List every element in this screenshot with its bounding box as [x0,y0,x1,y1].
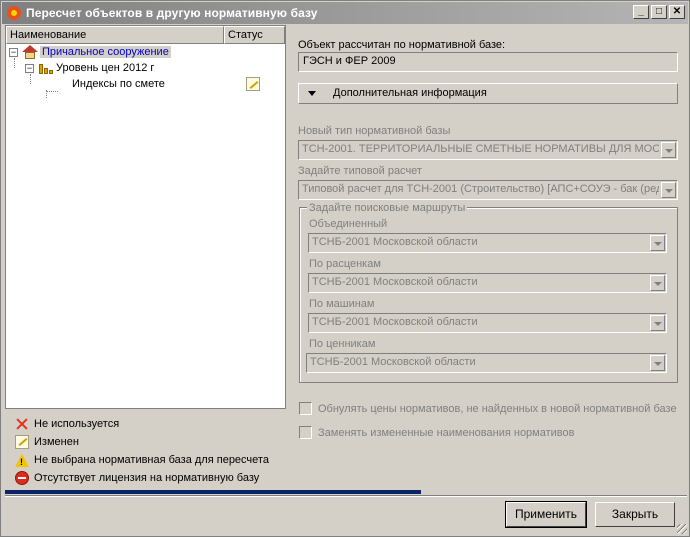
close-button[interactable]: Закрыть [595,502,675,527]
additional-info-label: Дополнительная информация [333,87,487,99]
tree-expander[interactable]: − [9,48,18,57]
tree-node-label: Причальное сооружение [40,46,171,58]
route-value: ТСНБ-2001 Московской области [312,276,478,288]
tree-line [46,91,58,92]
legend-label: Отсутствует лицензия на нормативную базу [34,472,260,484]
object-tree[interactable]: Наименование Статус − Причальное сооруже… [5,25,286,409]
column-header-status[interactable]: Статус [224,26,285,44]
route-price-lists-select[interactable]: ТСНБ-2001 Московской области [306,353,667,373]
legend-item: Не используется [15,415,269,433]
route-label: Объединенный [309,218,388,230]
legend-label: Не выбрана нормативная база для пересчет… [34,454,269,466]
legend-item: Отсутствует лицензия на нормативную базу [15,469,269,487]
calculated-base-field[interactable]: ГЭСН и ФЕР 2009 [298,52,678,72]
tree-line [30,74,31,84]
legend-item: Изменен [15,433,269,451]
dropdown-arrow-icon[interactable] [650,355,665,371]
column-header-name[interactable]: Наименование [6,26,224,44]
app-icon [6,5,22,21]
maximize-button[interactable]: □ [651,5,667,19]
route-rates-select[interactable]: ТСНБ-2001 Московской области [308,273,667,293]
legend-label: Не используется [34,418,120,430]
new-base-value: ТСН-2001. ТЕРРИТОРИАЛЬНЫЕ СМЕТНЫЕ НОРМАТ… [302,143,659,155]
tree-expander[interactable]: − [25,64,34,73]
status-legend: Не используется Изменен ! Не выбрана нор… [15,415,269,487]
legend-item: ! Не выбрана нормативная база для пересч… [15,451,269,469]
dropdown-arrow-icon[interactable] [661,142,676,158]
checkbox-box[interactable] [299,402,312,415]
minimize-button[interactable]: _ [633,5,649,19]
dropdown-arrow-icon[interactable] [650,275,665,291]
dialog-window: Пересчет объектов в другую нормативную б… [0,0,690,537]
tree-node-label: Индексы по смете [72,78,165,90]
tree-header: Наименование Статус [6,26,285,44]
edit-icon [15,435,29,449]
typical-calc-value: Типовой расчет для ТСН-2001 (Строительст… [302,183,659,195]
checkbox-label: Обнулять цены нормативов, не найденных в… [318,402,677,415]
tree-node-label: Уровень цен 2012 г [56,62,155,74]
replace-names-checkbox[interactable]: Заменять измененные наименования нормати… [299,426,574,439]
route-value: ТСНБ-2001 Московской области [312,236,478,248]
route-value: ТСНБ-2001 Московской области [310,356,476,368]
dropdown-arrow-icon[interactable] [661,182,676,198]
zero-prices-checkbox[interactable]: Обнулять цены нормативов, не найденных в… [299,402,677,415]
separator [5,495,687,497]
warning-icon: ! [15,453,29,467]
route-label: По ценникам [309,338,376,350]
route-label: По машинам [309,298,375,310]
progress-bar [5,490,687,494]
edit-icon [246,77,260,91]
apply-button[interactable]: Применить [505,501,587,528]
window-title: Пересчет объектов в другую нормативную б… [26,6,318,20]
tree-line [14,58,15,68]
tree-node-price-level[interactable]: Уровень цен 2012 г [56,60,154,76]
title-bar[interactable]: Пересчет объектов в другую нормативную б… [2,2,688,24]
route-value: ТСНБ-2001 Московской области [312,316,478,328]
checkbox-label: Заменять измененные наименования нормати… [318,426,575,439]
calculated-base-label: Объект рассчитан по нормативной базе: [298,39,506,51]
route-combined-select[interactable]: ТСНБ-2001 Московской области [308,233,667,253]
new-base-select[interactable]: ТСН-2001. ТЕРРИТОРИАЛЬНЫЕ СМЕТНЫЕ НОРМАТ… [298,140,678,160]
route-label: По расценкам [309,258,381,270]
house-icon [22,45,38,59]
stop-icon [15,471,29,485]
route-machines-select[interactable]: ТСНБ-2001 Московской области [308,313,667,333]
additional-info-toggle[interactable]: Дополнительная информация [298,83,678,104]
typical-calc-select[interactable]: Типовой расчет для ТСН-2001 (Строительст… [298,180,678,200]
close-window-button[interactable]: ✕ [669,5,685,19]
search-routes-title: Задайте поисковые маршруты [307,202,468,214]
typical-calc-label: Задайте типовой расчет [298,165,422,177]
x-icon [15,417,29,431]
legend-label: Изменен [34,436,79,448]
tree-node-object[interactable]: Причальное сооружение [40,44,171,60]
dropdown-arrow-icon[interactable] [650,315,665,331]
dropdown-arrow-icon[interactable] [650,235,665,251]
resize-grip[interactable] [677,524,687,534]
progress-fill [5,490,422,494]
price-level-icon [39,64,53,74]
new-base-label: Новый тип нормативной базы [298,125,451,137]
tree-node-indexes[interactable]: Индексы по смете [72,76,165,92]
checkbox-box[interactable] [299,426,312,439]
triangle-down-icon [308,91,316,96]
